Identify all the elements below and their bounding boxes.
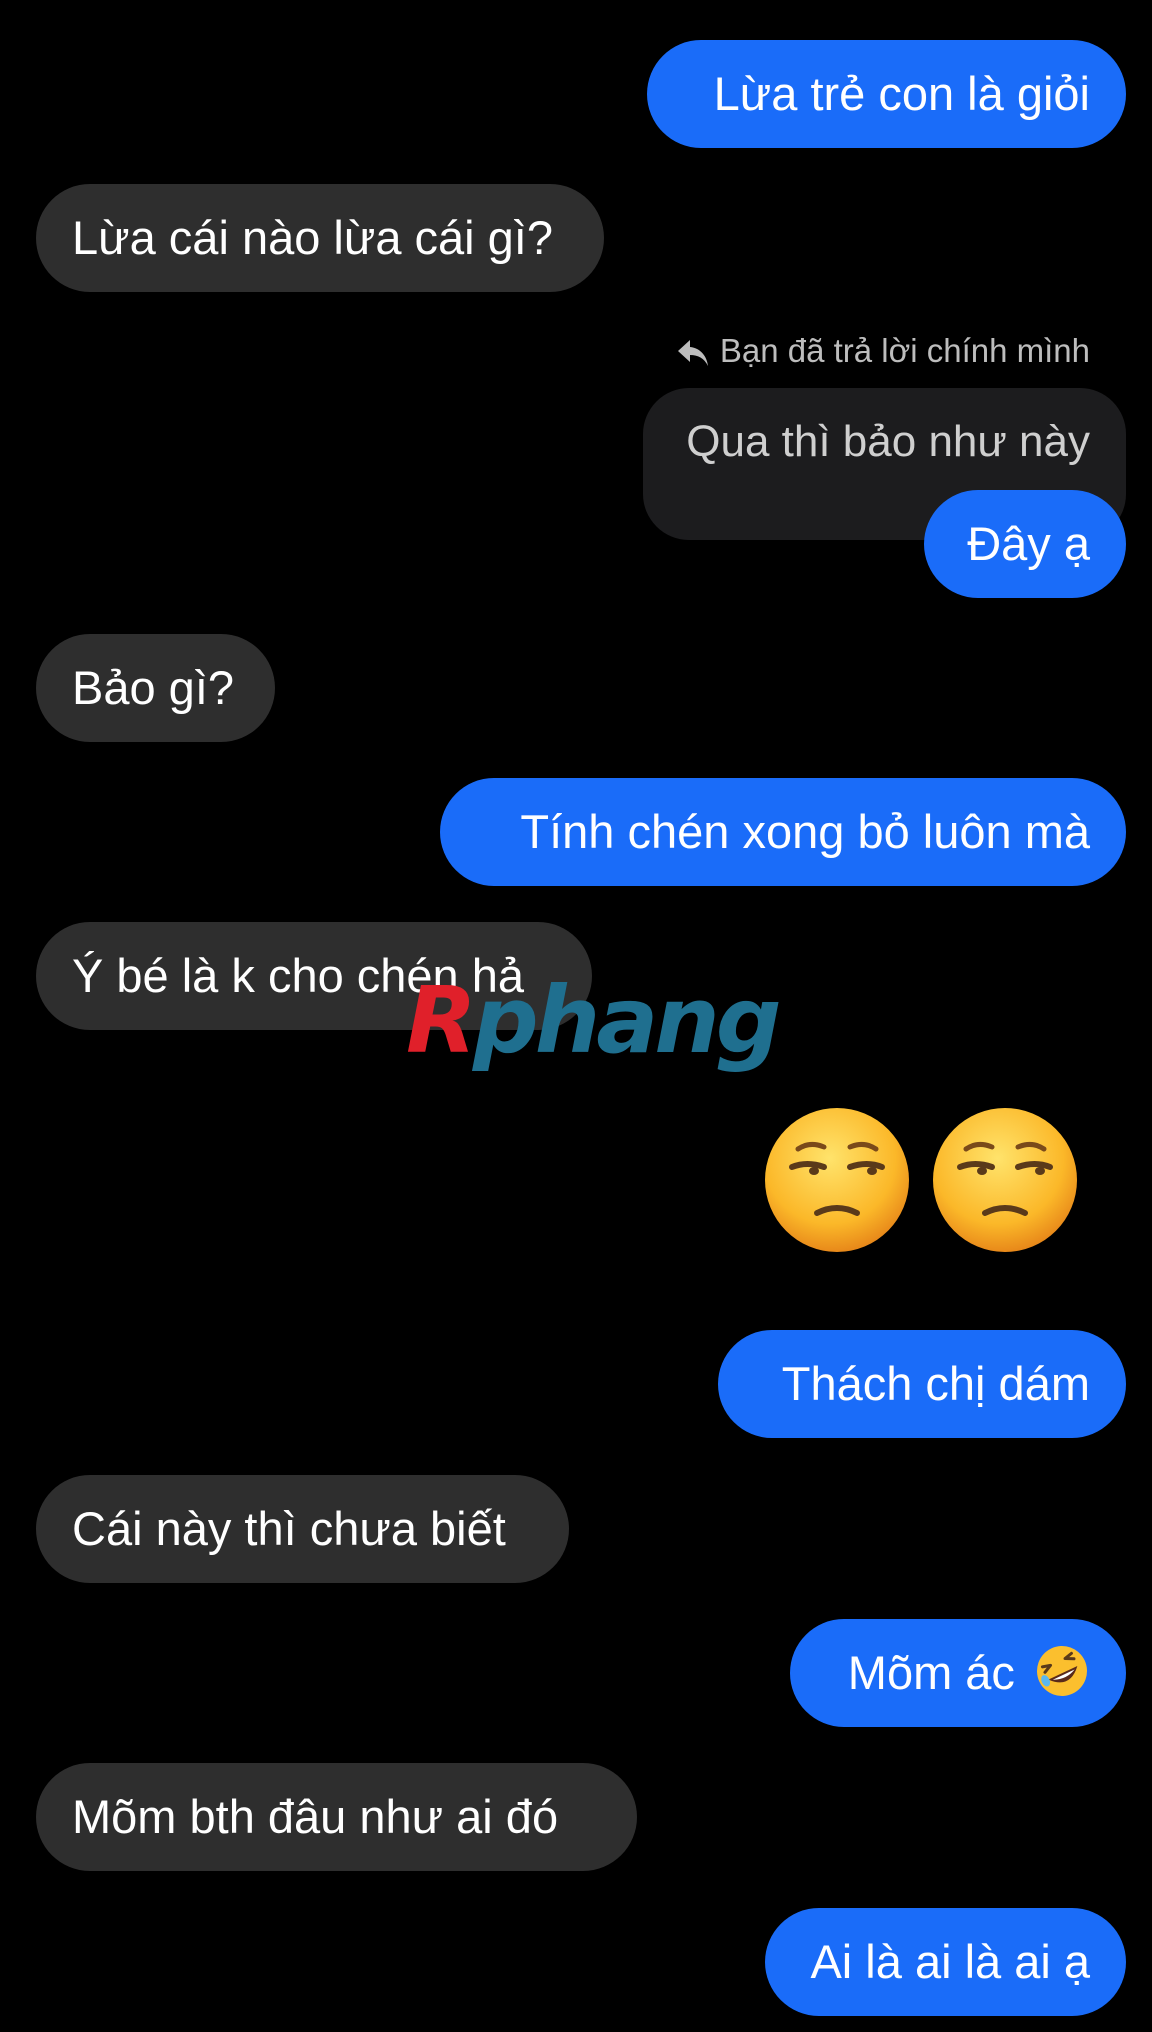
message-sent[interactable]: Tính chén xong bỏ luôn mà bbox=[440, 778, 1126, 886]
message-received[interactable]: Ý bé là k cho chén hả bbox=[36, 922, 592, 1030]
reply-indicator: Bạn đã trả lời chính mình bbox=[676, 329, 1090, 373]
message-text: Bảo gì? bbox=[72, 661, 235, 714]
message-text: Lừa trẻ con là giỏi bbox=[713, 67, 1090, 120]
reply-arrow-icon bbox=[677, 340, 708, 366]
rolling-on-floor-laughing-emoji bbox=[1034, 1629, 1090, 1696]
unamused-face-emoji[interactable] bbox=[930, 1105, 1080, 1255]
message-sent[interactable]: Đây ạ bbox=[924, 490, 1126, 598]
quoted-text: Qua thì bảo như này bbox=[686, 417, 1090, 466]
message-text: Tính chén xong bỏ luôn mà bbox=[520, 805, 1090, 858]
message-sent[interactable]: Ai là ai là ai ạ bbox=[765, 1908, 1126, 2016]
message-text: Đây ạ bbox=[967, 517, 1090, 570]
message-text: Ai là ai là ai ạ bbox=[810, 1935, 1090, 1988]
message-sent[interactable]: Lừa trẻ con là giỏi bbox=[647, 40, 1126, 148]
message-received[interactable]: Lừa cái nào lừa cái gì? bbox=[36, 184, 604, 292]
message-received[interactable]: Cái này thì chưa biết bbox=[36, 1475, 569, 1583]
message-received[interactable]: Bảo gì? bbox=[36, 634, 275, 742]
message-text: Lừa cái nào lừa cái gì? bbox=[72, 211, 553, 264]
message-sent[interactable]: Thách chị dám bbox=[718, 1330, 1126, 1438]
reply-label-text: Bạn đã trả lời chính mình bbox=[719, 332, 1090, 369]
message-text: Cái này thì chưa biết bbox=[72, 1502, 506, 1555]
message-sent[interactable]: Mõm ác bbox=[790, 1619, 1126, 1727]
message-received[interactable]: Mõm bth đâu như ai đó bbox=[36, 1763, 637, 1871]
message-text: Mõm bth đâu như ai đó bbox=[72, 1790, 559, 1843]
message-text: Ý bé là k cho chén hả bbox=[72, 949, 525, 1002]
unamused-face-emoji[interactable] bbox=[762, 1105, 912, 1255]
message-text: Thách chị dám bbox=[781, 1357, 1090, 1410]
message-text: Mõm ác bbox=[847, 1646, 1015, 1699]
